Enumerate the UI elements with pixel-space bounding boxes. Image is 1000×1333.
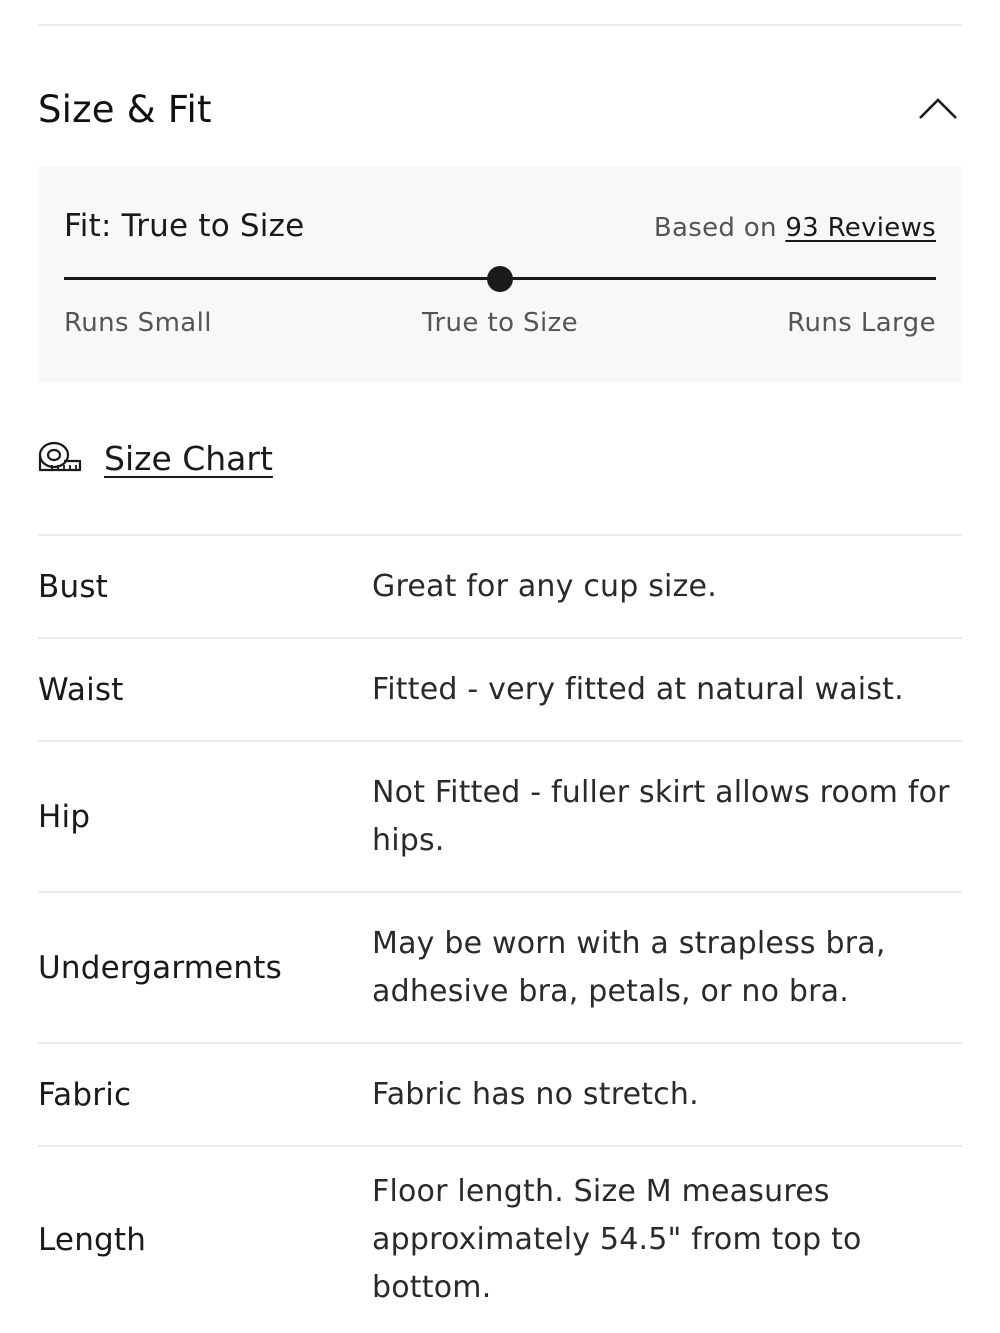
reviews-summary: Based on 93 Reviews	[654, 213, 936, 243]
spec-label: Undergarments	[38, 949, 282, 986]
spec-label: Waist	[38, 671, 124, 708]
fit-label: Fit: True to Size	[64, 208, 305, 244]
spec-row-bust: Bust Great for any cup size.	[38, 534, 962, 637]
fit-details-table: Bust Great for any cup size. Waist Fitte…	[38, 534, 962, 1333]
reviews-link[interactable]: 93 Reviews	[785, 213, 936, 243]
spec-value: Fabric has no stretch.	[372, 1076, 699, 1112]
spec-value: Fitted - very fitted at natural waist.	[372, 671, 904, 707]
spec-row-hip: Hip Not Fitted - fuller skirt allows roo…	[38, 740, 962, 891]
fit-scale-marker	[487, 266, 513, 292]
spec-label: Hip	[38, 798, 91, 835]
spec-value: Great for any cup size.	[372, 568, 717, 604]
reviews-prefix: Based on	[653, 213, 786, 243]
spec-label: Length	[38, 1222, 147, 1258]
spec-label: Fabric	[38, 1076, 132, 1113]
section-title: Size & Fit	[38, 87, 212, 131]
spec-value: May be worn with a strapless bra, adhesi…	[372, 925, 886, 1009]
spec-row-waist: Waist Fitted - very fitted at natural wa…	[38, 637, 962, 740]
size-chart-label: Size Chart	[104, 438, 273, 478]
measuring-tape-icon	[38, 441, 82, 472]
spec-row-undergarments: Undergarments May be worn with a straple…	[38, 891, 962, 1042]
chevron-up-icon[interactable]	[918, 89, 958, 129]
scale-label-runs-large: Runs Large	[787, 308, 936, 338]
spec-label: Bust	[38, 568, 109, 605]
spec-value: Floor length. Size M measures approximat…	[372, 1174, 862, 1305]
size-chart-link[interactable]: Size Chart	[38, 430, 273, 486]
size-fit-accordion-header[interactable]: Size & Fit	[38, 78, 962, 140]
top-divider	[38, 24, 962, 26]
fit-summary-panel: Fit: True to Size Based on 93 Reviews Ru…	[38, 166, 962, 382]
spec-row-fabric: Fabric Fabric has no stretch.	[38, 1042, 962, 1145]
spec-value: Not Fitted - fuller skirt allows room fo…	[372, 774, 950, 858]
spec-row-length: Length Floor length. Size M measures app…	[38, 1145, 962, 1333]
